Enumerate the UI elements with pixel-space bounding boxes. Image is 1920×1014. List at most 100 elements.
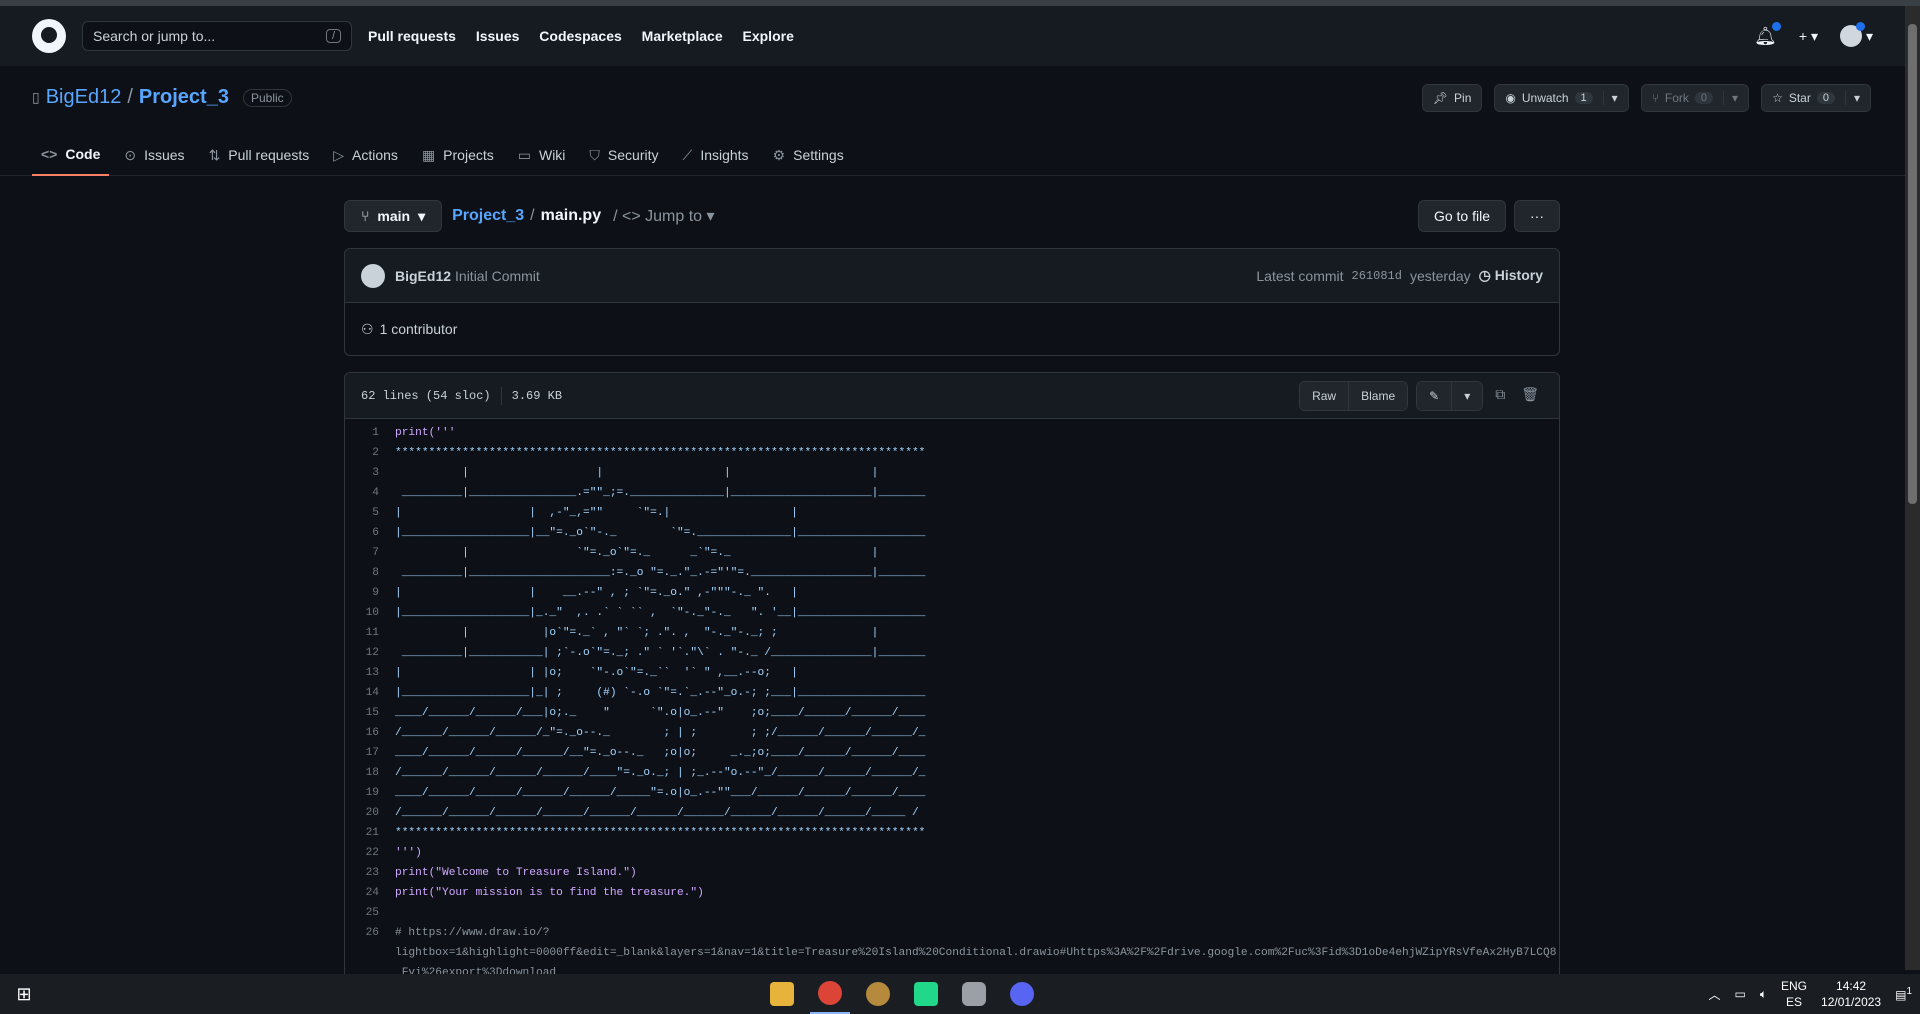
jump-to-button[interactable]: / <> Jump to ▾	[613, 206, 714, 226]
code-line: 4 _________|________________.=""_;=.____…	[345, 483, 1559, 503]
commit-meta: Latest commit 261081d yesterday ◷ Histor…	[1256, 267, 1543, 284]
line-number[interactable]: 12	[345, 643, 395, 663]
chevron-down-icon[interactable]: ▾	[1844, 91, 1860, 105]
line-number[interactable]: 3	[345, 463, 395, 483]
user-menu[interactable]: ▾	[1839, 22, 1873, 47]
line-number[interactable]: 4	[345, 483, 395, 503]
pycharm-icon[interactable]	[906, 974, 946, 1014]
line-number[interactable]: 18	[345, 763, 395, 783]
go-to-file-button[interactable]: Go to file	[1417, 200, 1506, 232]
breadcrumb-repo-link[interactable]: Project_3	[452, 207, 524, 225]
database-icon[interactable]	[954, 974, 994, 1014]
file-explorer-icon[interactable]	[762, 974, 802, 1014]
eye-icon: ◉	[1505, 91, 1516, 105]
tab-issues[interactable]: ⊙ Issues	[115, 134, 193, 176]
branch-selector[interactable]: ⑂ main ▾	[344, 200, 443, 232]
github-logo-icon[interactable]	[32, 19, 66, 53]
line-number[interactable]: 5	[345, 503, 395, 523]
chevron-down-icon[interactable]: ▾	[1602, 91, 1618, 105]
tab-settings[interactable]: ⚙ Settings	[764, 134, 853, 176]
line-number[interactable]: 9	[345, 583, 395, 603]
commit-message[interactable]: Initial Commit	[455, 268, 540, 284]
code-line: 21 **************************************…	[345, 823, 1559, 843]
tab-wiki[interactable]: ▭ Wiki	[509, 134, 575, 176]
chevron-down-icon[interactable]: ▾	[1723, 91, 1738, 105]
line-number[interactable]: 26	[345, 923, 395, 943]
nav-marketplace[interactable]: Marketplace	[642, 28, 723, 44]
repo-actions: 📌︎ Pin ◉ Unwatch 1 ▾ ⑂ Fork 0 ▾ ☆ Star 0 ▾	[1421, 84, 1871, 112]
avatar[interactable]	[361, 263, 385, 288]
tab-projects[interactable]: ▦ Projects	[413, 134, 503, 176]
line-number[interactable]	[345, 943, 395, 963]
search-input[interactable]: Search or jump to... /	[82, 21, 352, 51]
nav-codespaces[interactable]: Codespaces	[539, 28, 621, 44]
star-button[interactable]: ☆ Star 0 ▾	[1761, 84, 1871, 112]
app-icon[interactable]	[858, 974, 898, 1014]
tab-pull-requests[interactable]: ⇅ Pull requests	[200, 134, 319, 176]
fork-button[interactable]: ⑂ Fork 0 ▾	[1640, 84, 1750, 112]
line-number[interactable]: 7	[345, 543, 395, 563]
line-number[interactable]: 2	[345, 443, 395, 463]
line-number[interactable]: 15	[345, 703, 395, 723]
tab-code[interactable]: <> Code	[32, 134, 110, 176]
bell-icon[interactable]: 🔔︎	[1754, 21, 1781, 47]
line-number[interactable]: 21	[345, 823, 395, 843]
line-number[interactable]: 22	[345, 843, 395, 863]
line-number[interactable]: 11	[345, 623, 395, 643]
pin-button[interactable]: 📌︎ Pin	[1421, 84, 1483, 112]
repo-name-link[interactable]: Project_3	[139, 86, 229, 109]
code-line: 1 print('''	[345, 423, 1559, 443]
history-link[interactable]: ◷ History	[1479, 267, 1543, 284]
clock[interactable]: 14:42 12/01/2023	[1821, 978, 1881, 1010]
repo-owner-link[interactable]: BigEd12	[46, 86, 122, 109]
line-number[interactable]: 24	[345, 883, 395, 903]
tab-actions[interactable]: ▷ Actions	[324, 134, 407, 176]
notification-center-icon[interactable]: ▤1	[1895, 986, 1912, 1002]
windows-start-icon[interactable]: ⊞	[0, 974, 48, 1014]
code-text: ****************************************…	[395, 827, 926, 839]
trash-icon[interactable]: 🗑︎	[1517, 387, 1543, 404]
line-number[interactable]: 8	[345, 563, 395, 583]
code-text: ____/______/______/______/______/_____"=…	[395, 787, 926, 799]
more-options-button[interactable]: ···	[1514, 200, 1560, 232]
line-number[interactable]: 20	[345, 803, 395, 823]
pencil-icon[interactable]: ✎	[1417, 381, 1453, 410]
unwatch-button[interactable]: ◉ Unwatch 1 ▾	[1494, 84, 1629, 112]
code-text: /______/______/______/______/____"=._o._…	[395, 767, 926, 779]
blame-button[interactable]: Blame	[1349, 381, 1408, 410]
line-number[interactable]: 17	[345, 743, 395, 763]
speaker-icon[interactable]: 🔈︎	[1760, 987, 1767, 1002]
nav-explore[interactable]: Explore	[743, 28, 794, 44]
line-number[interactable]: 14	[345, 683, 395, 703]
chevron-up-icon[interactable]: ︿	[1708, 986, 1720, 1003]
tab-insights[interactable]: ⟋ Insights	[674, 134, 758, 176]
language-indicator[interactable]: ENG ES	[1781, 978, 1807, 1010]
contributors-row[interactable]: ⚇ 1 contributor	[345, 303, 1559, 355]
page-scrollbar[interactable]	[1905, 6, 1920, 970]
line-number[interactable]: 23	[345, 863, 395, 883]
nav-pull-requests[interactable]: Pull requests	[368, 28, 456, 44]
line-number[interactable]: 19	[345, 783, 395, 803]
file-size: 3.69 KB	[511, 388, 563, 403]
line-number[interactable]: 1	[345, 423, 395, 443]
line-number[interactable]: 10	[345, 603, 395, 623]
copy-icon[interactable]: ⧉	[1491, 388, 1509, 404]
commit-author[interactable]: BigEd12	[395, 268, 451, 284]
line-number[interactable]: 13	[345, 663, 395, 683]
nav-issues[interactable]: Issues	[476, 28, 520, 44]
chevron-down-icon[interactable]: ▾	[1452, 381, 1483, 410]
raw-button[interactable]: Raw	[1300, 381, 1350, 410]
line-number[interactable]: 16	[345, 723, 395, 743]
code-text: _________|________________.=""_;=.______…	[395, 487, 926, 499]
tab-security[interactable]: ⛉ Security	[580, 134, 667, 176]
discord-icon[interactable]	[1002, 974, 1042, 1014]
create-new-plus-icon[interactable]: + ▾	[1799, 28, 1818, 45]
line-number[interactable]: 6	[345, 523, 395, 543]
commit-sha[interactable]: 261081d	[1352, 269, 1402, 283]
line-number[interactable]: 25	[345, 903, 395, 923]
network-icon[interactable]: ▭	[1734, 987, 1745, 1001]
chrome-icon[interactable]	[810, 974, 850, 1014]
lang-primary: ENG	[1781, 979, 1808, 993]
file-content-box: 62 lines (54 sloc) 3.69 KB Raw Blame ✎ ▾…	[344, 372, 1560, 984]
scrollbar-thumb[interactable]	[1908, 24, 1917, 504]
